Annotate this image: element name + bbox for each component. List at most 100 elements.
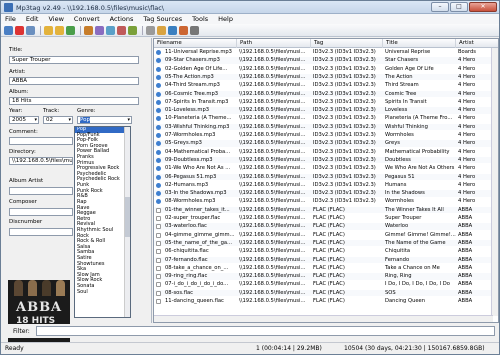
file-row[interactable]: 03-In the Shadows.mp3 \\192.168.0.5\files… bbox=[154, 190, 498, 197]
file-row[interactable]: 06-Pegasus 51.mp3 \\192.168.0.5\files\mus… bbox=[154, 173, 498, 181]
directory-label: Directory: bbox=[9, 149, 36, 155]
column-title[interactable]: Title bbox=[383, 39, 456, 48]
tag-tag-icon[interactable] bbox=[128, 25, 137, 35]
file-row[interactable]: 09-Star Chasers.mp3 \\192.168.0.5\files\m… bbox=[154, 57, 498, 64]
row-filename: 11-Universal Reprise.mp3 bbox=[165, 49, 232, 55]
save-icon[interactable] bbox=[4, 25, 13, 35]
dropdown-scrollbar[interactable] bbox=[124, 127, 130, 317]
genre-option[interactable]: Soul bbox=[75, 289, 130, 296]
file-row[interactable]: 07-i_do_i_do_i_do_i_do... \\192.168.0.5\f… bbox=[154, 281, 498, 288]
file-row[interactable]: 09-Doubtless.mp3 \\192.168.0.5\files\musi… bbox=[154, 156, 498, 164]
file-row[interactable]: 02-super_trouper.flac \\192.168.0.5\files… bbox=[154, 215, 498, 222]
file-row[interactable]: 08-sos.flac \\192.168.0.5\files\musi... FL… bbox=[154, 289, 498, 297]
remove-tag-icon[interactable] bbox=[15, 25, 24, 35]
file-row[interactable]: 07-Spirits In Transit.mp3 \\192.168.0.5\f… bbox=[154, 99, 498, 106]
refresh-icon[interactable] bbox=[66, 25, 75, 35]
menu-file[interactable]: File bbox=[5, 14, 16, 24]
close-button[interactable]: ✕ bbox=[469, 2, 497, 12]
dropdown-scroll-thumb[interactable] bbox=[125, 197, 130, 237]
file-row[interactable]: 01-We Who Are Not As ... \\192.168.0.5\fi… bbox=[154, 165, 498, 172]
file-row[interactable]: 01-the_winner_takes_it... \\192.168.0.5\f… bbox=[154, 206, 498, 214]
menu-convert[interactable]: Convert bbox=[74, 14, 100, 24]
album-artist-field[interactable] bbox=[9, 187, 73, 195]
menu-help[interactable]: Help bbox=[218, 14, 233, 24]
export-icon[interactable] bbox=[168, 25, 177, 35]
file-row[interactable]: 06-Cosmic Tree.mp3 \\192.168.0.5\files\mu… bbox=[154, 90, 498, 98]
composer-field[interactable] bbox=[9, 208, 73, 216]
menu-actions[interactable]: Actions bbox=[110, 14, 134, 24]
comment-field[interactable] bbox=[9, 137, 73, 145]
column-path[interactable]: Path bbox=[237, 39, 311, 48]
file-row[interactable]: 05-The Action.mp3 \\192.168.0.5\files\mus… bbox=[154, 73, 498, 81]
file-row[interactable]: 09-ring_ring.flac \\192.168.0.5\files\mus… bbox=[154, 273, 498, 280]
row-path: \\192.168.0.5\files\musi... bbox=[239, 173, 306, 180]
row-title: Loveless bbox=[385, 107, 408, 114]
minimize-button[interactable]: – bbox=[431, 2, 449, 12]
discnumber-field[interactable] bbox=[9, 228, 73, 236]
file-list-vertical-scrollbar[interactable] bbox=[491, 48, 498, 316]
file-row[interactable]: 07-Wormholes.mp3 \\192.168.0.5\files\musi… bbox=[154, 132, 498, 139]
maximize-button[interactable]: □ bbox=[450, 2, 468, 12]
freedb-icon[interactable] bbox=[157, 25, 166, 35]
row-tag: ID3v2.3 (ID3v1 ID3v2.3) bbox=[313, 173, 376, 180]
file-row[interactable]: 10-Planeteria (A Theme... \\192.168.0.5\f… bbox=[154, 115, 498, 122]
file-row[interactable]: 02-Golden Age Of Life... \\192.168.0.5\fi… bbox=[154, 66, 498, 73]
file-row[interactable]: 04-Third Stream.mp3 \\192.168.0.5\files\m… bbox=[154, 82, 498, 89]
flac-file-icon bbox=[156, 249, 161, 255]
row-artist: ABBA bbox=[458, 215, 473, 221]
file-row[interactable]: 02-Humans.mp3 \\192.168.0.5\files\musi...… bbox=[154, 182, 498, 189]
file-row[interactable]: 05-Greys.mp3 \\192.168.0.5\files\musi... I… bbox=[154, 140, 498, 147]
discnumber-label: Discnumber bbox=[9, 219, 43, 225]
playlist-icon[interactable] bbox=[179, 25, 188, 35]
filename-filename-icon[interactable] bbox=[106, 25, 115, 35]
menu-tag-sources[interactable]: Tag Sources bbox=[143, 14, 182, 24]
album-field[interactable]: 18 Hits bbox=[9, 97, 139, 105]
genre-field[interactable]: Pop ▾ bbox=[77, 116, 132, 124]
change-directory-icon[interactable] bbox=[44, 25, 53, 35]
row-title: The Name of the Game bbox=[385, 239, 446, 246]
row-path: \\192.168.0.5\files\musi... bbox=[239, 264, 306, 271]
actions-icon[interactable] bbox=[146, 25, 155, 35]
filename-tag-icon[interactable] bbox=[95, 25, 104, 35]
file-row[interactable]: 06-chiquitita.flac \\192.168.0.5\files\mu… bbox=[154, 248, 498, 255]
file-row[interactable]: 11-dancing_queen.flac \\192.168.0.5\files… bbox=[154, 298, 498, 305]
tag-filename-icon[interactable] bbox=[84, 25, 93, 35]
track-field[interactable]: 02 ▾ bbox=[43, 116, 73, 124]
year-field[interactable]: 2005 ▾ bbox=[9, 116, 39, 124]
mp3-file-icon bbox=[156, 166, 161, 172]
file-row[interactable]: 07-fernando.flac \\192.168.0.5\files\musi… bbox=[154, 256, 498, 264]
album-label: Album: bbox=[9, 89, 29, 95]
directory-field[interactable]: \\192.168.0.5\files\music\flac\ bbox=[9, 157, 73, 165]
file-row[interactable]: 08-Wormholes.mp3 \\192.168.0.5\files\musi… bbox=[154, 198, 498, 205]
text-file-tag-icon[interactable] bbox=[117, 25, 126, 35]
menu-tools[interactable]: Tools bbox=[192, 14, 208, 24]
undo-icon[interactable] bbox=[26, 25, 35, 35]
menu-view[interactable]: View bbox=[48, 14, 63, 24]
menu-edit[interactable]: Edit bbox=[26, 14, 39, 24]
artist-label: Artist: bbox=[9, 69, 26, 75]
row-path: \\192.168.0.5\files\musi... bbox=[239, 82, 306, 89]
file-row[interactable]: 05-the_name_of_the_ga... \\192.168.0.5\fi… bbox=[154, 239, 498, 247]
filter-input[interactable] bbox=[36, 326, 495, 336]
options-icon[interactable] bbox=[190, 25, 199, 35]
file-row[interactable]: 08-take_a_chance_on_... \\192.168.0.5\fil… bbox=[154, 264, 498, 272]
column-filename[interactable]: Filename bbox=[154, 39, 237, 48]
artist-field[interactable]: ABBA bbox=[9, 77, 139, 85]
file-row[interactable]: 03-waterloo.flac \\192.168.0.5\files\musi… bbox=[154, 223, 498, 230]
row-artist: 4 Hero bbox=[458, 156, 476, 163]
column-artist[interactable]: Artist bbox=[456, 39, 498, 48]
file-row[interactable]: 04-Mathematical Proba... \\192.168.0.5\fi… bbox=[154, 149, 498, 156]
file-list-horizontal-scrollbar[interactable] bbox=[154, 315, 493, 322]
genre-dropdown-list[interactable]: Pop Pop/Funk Pop-Folk Porn Groove Power Ball… bbox=[74, 126, 131, 318]
file-row[interactable]: 11-Universal Reprise.mp3 \\192.168.0.5\fi… bbox=[154, 49, 498, 56]
file-row[interactable]: 04-gimme_gimme_gimm... \\192.168.0.5\file… bbox=[154, 232, 498, 239]
row-title: Doubtless bbox=[385, 156, 411, 163]
mp3tag-logo-icon bbox=[4, 3, 13, 12]
column-tag[interactable]: Tag bbox=[311, 39, 383, 48]
mp3-file-icon bbox=[156, 116, 161, 122]
file-row[interactable]: 01-Loveless.mp3 \\192.168.0.5\files\musi.… bbox=[154, 107, 498, 114]
mp3-file-icon bbox=[156, 108, 161, 114]
file-row[interactable]: 03-Wishful Thinking.mp3 \\192.168.0.5\fil… bbox=[154, 123, 498, 131]
title-field[interactable]: Super Trouper bbox=[9, 56, 139, 64]
add-directory-icon[interactable] bbox=[55, 25, 64, 35]
